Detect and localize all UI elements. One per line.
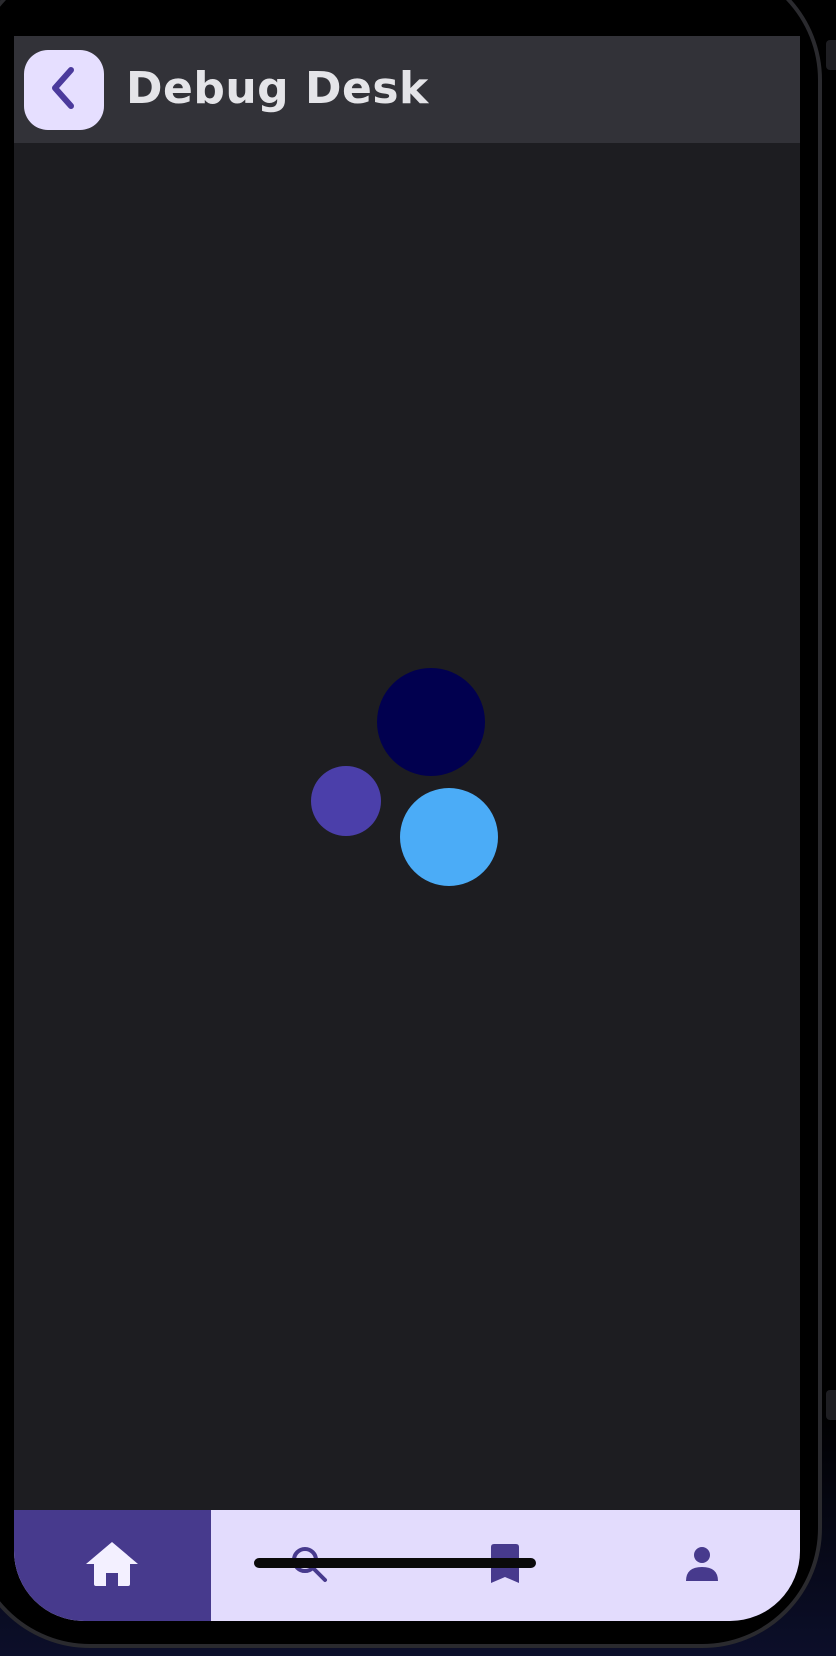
app-screen: Debug Desk bbox=[14, 36, 800, 1621]
side-button bbox=[826, 40, 836, 70]
home-indicator[interactable] bbox=[254, 1558, 536, 1568]
loading-indicator bbox=[14, 36, 800, 1621]
person-icon bbox=[683, 1545, 721, 1587]
loader-dot-navy bbox=[377, 668, 485, 776]
nav-home[interactable] bbox=[14, 1510, 211, 1621]
loader-dot-purple bbox=[311, 766, 381, 836]
loader-dot-blue bbox=[400, 788, 498, 886]
nav-profile[interactable] bbox=[604, 1510, 801, 1621]
side-button bbox=[826, 1390, 836, 1420]
home-icon bbox=[84, 1540, 140, 1592]
